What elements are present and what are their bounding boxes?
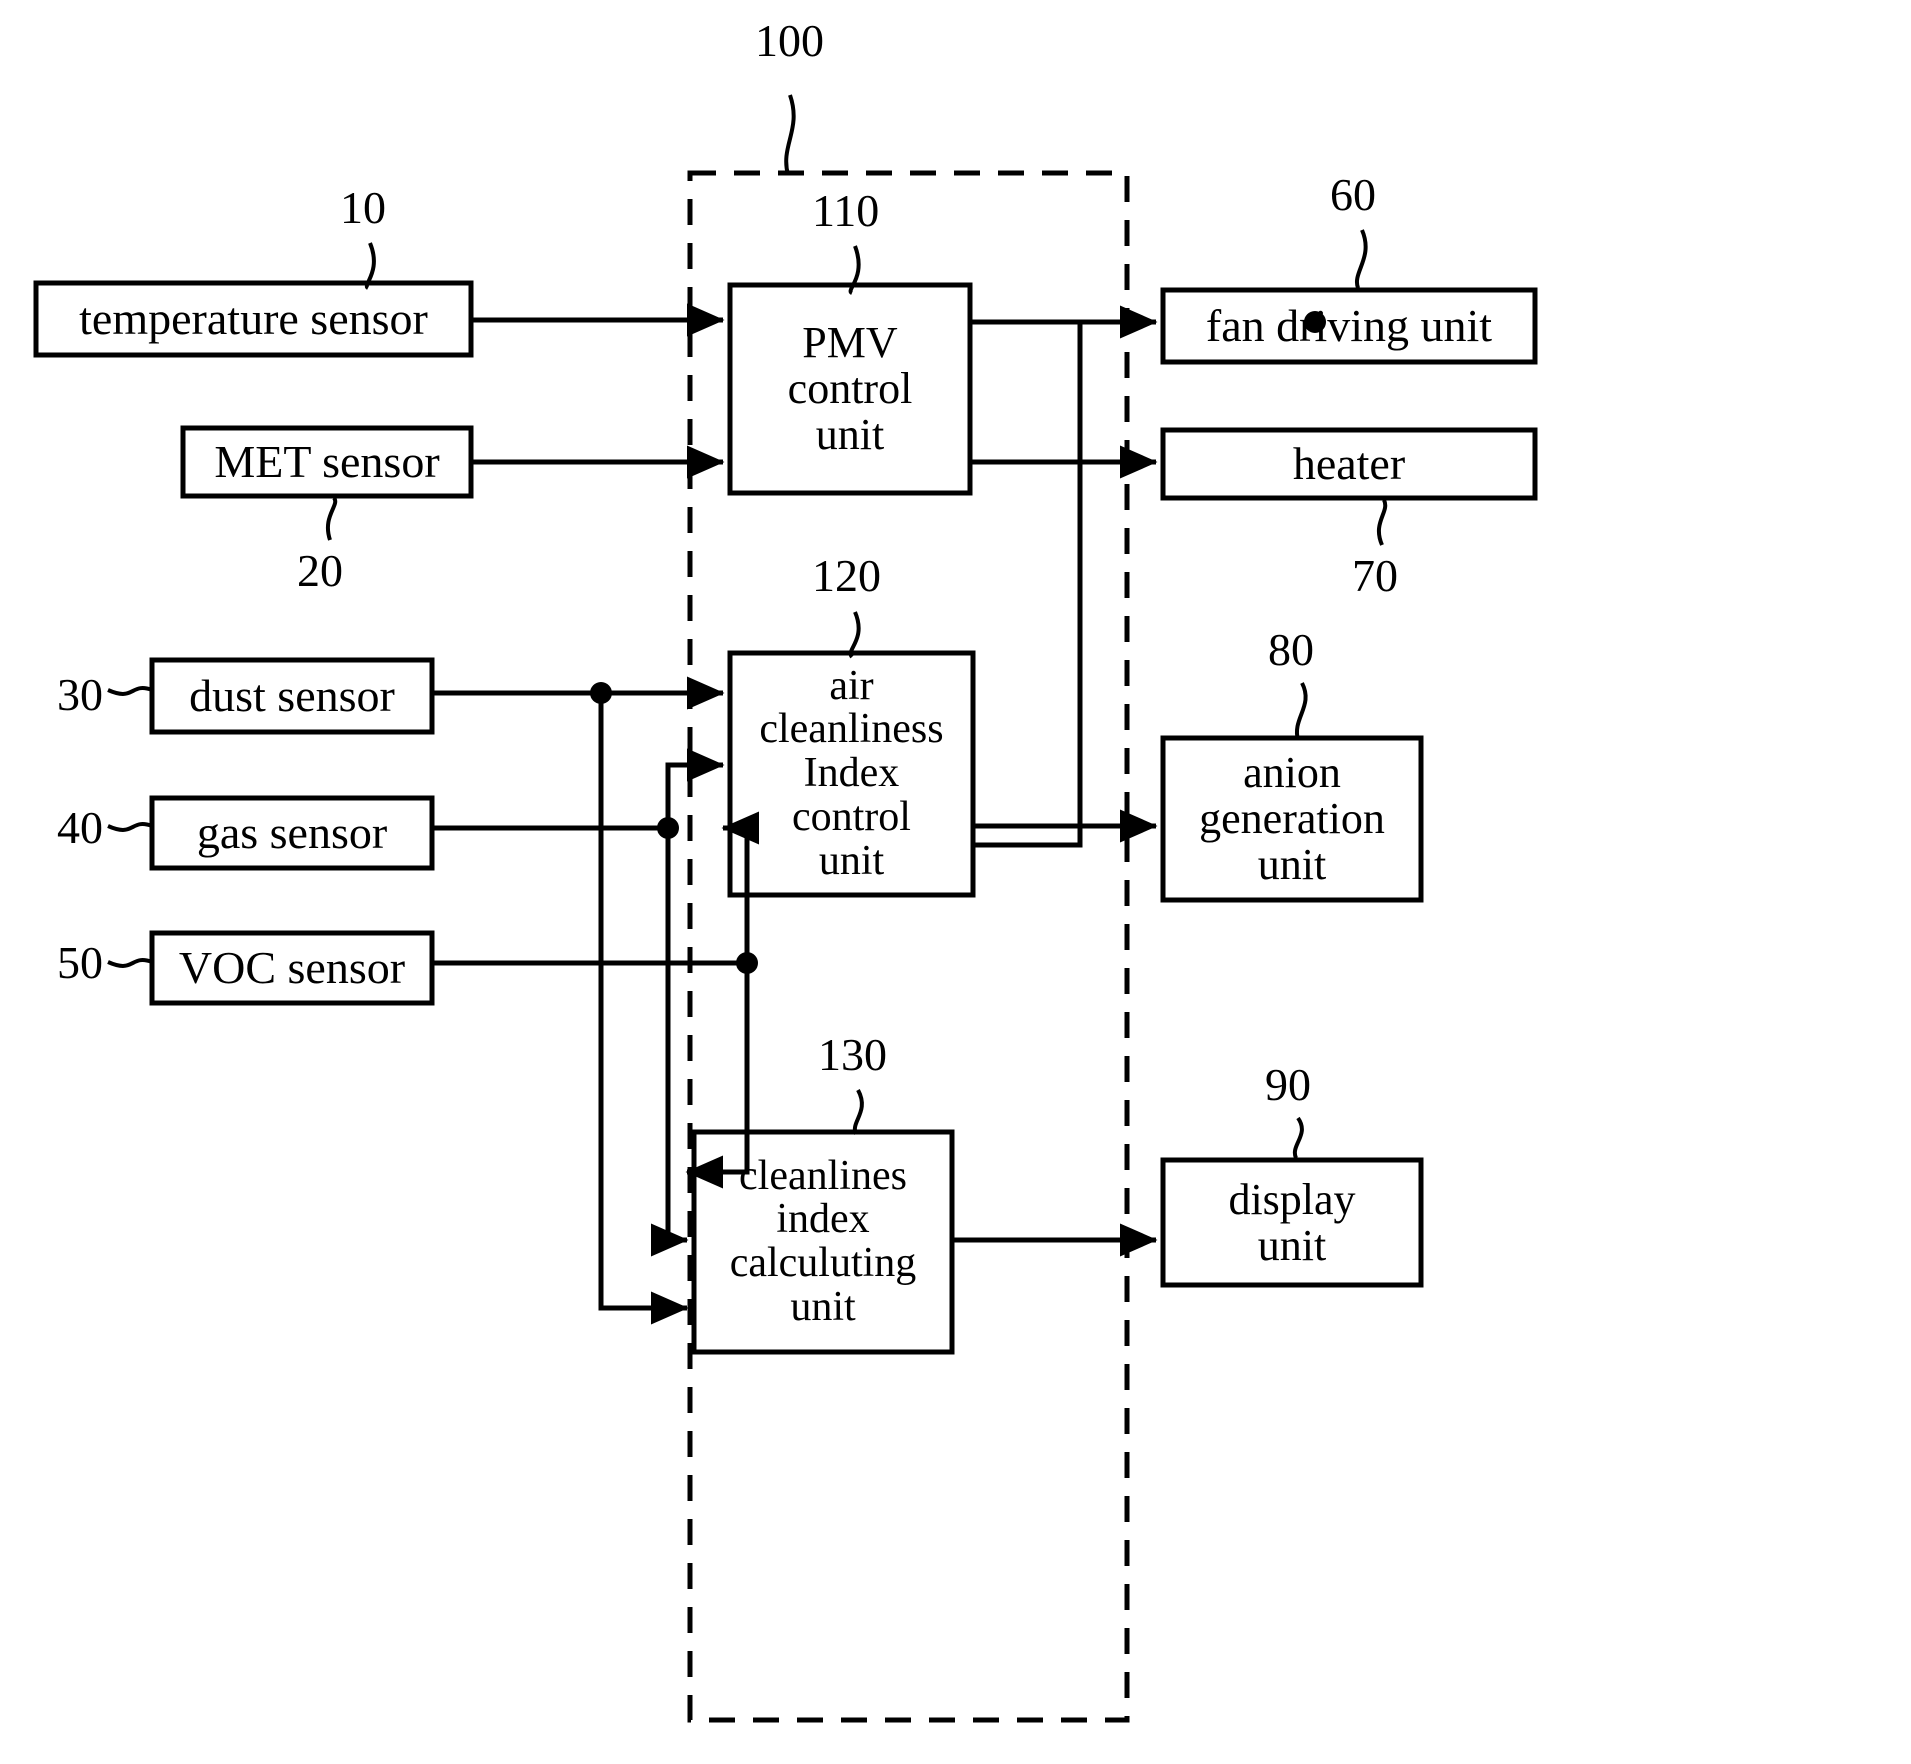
block-heater[interactable] bbox=[1160, 427, 1538, 501]
leader-60 bbox=[1354, 229, 1368, 289]
leader-120 bbox=[848, 611, 861, 659]
wire-gas-to-air-cleanliness bbox=[432, 748, 725, 831]
leader-70 bbox=[1376, 499, 1388, 546]
wire-gas-bus-to-calculating-unit bbox=[650, 828, 689, 1257]
leader-40 bbox=[107, 822, 153, 832]
block-anion-generation-unit[interactable] bbox=[1160, 735, 1424, 903]
wire-air-cleanliness-to-fan-line bbox=[973, 322, 1083, 848]
leader-90 bbox=[1292, 1116, 1304, 1159]
leader-80 bbox=[1294, 682, 1308, 741]
block-display-unit[interactable] bbox=[1160, 1157, 1424, 1288]
block-cleanlines-index-calculuting-unit[interactable] bbox=[691, 1129, 955, 1355]
wire-voc-to-air-cleanliness bbox=[432, 828, 747, 963]
junction-dot-0 bbox=[590, 682, 612, 704]
reference-number-20: 20 bbox=[297, 545, 343, 596]
reference-number-10: 10 bbox=[340, 182, 386, 233]
reference-number-80: 80 bbox=[1268, 624, 1314, 675]
leader-130 bbox=[852, 1089, 864, 1135]
leader-20 bbox=[326, 496, 338, 541]
leader-100 bbox=[784, 94, 796, 176]
block-rectangles bbox=[33, 280, 1538, 1355]
leader-50 bbox=[107, 958, 153, 968]
block-met-sensor[interactable] bbox=[180, 425, 474, 499]
reference-number-90: 90 bbox=[1265, 1059, 1311, 1110]
reference-number-30: 30 bbox=[57, 669, 103, 720]
reference-number-70: 70 bbox=[1352, 550, 1398, 601]
wire-dust-bus-to-calculating-unit bbox=[598, 693, 689, 1325]
block-pmv-control-unit[interactable] bbox=[727, 282, 973, 496]
block-fan-driving-unit[interactable] bbox=[1160, 287, 1538, 365]
reference-number-110: 110 bbox=[812, 185, 880, 236]
block-dust-sensor[interactable] bbox=[149, 657, 435, 735]
figure-canvas: temperature sensor MET sensor dust sensor g… bbox=[0, 0, 1911, 1764]
reference-number-130: 130 bbox=[818, 1029, 887, 1080]
block-air-cleanliness-index-control-unit[interactable] bbox=[727, 650, 976, 898]
block-voc-sensor[interactable] bbox=[149, 930, 435, 1006]
reference-number-40: 40 bbox=[57, 802, 103, 853]
block-gas-sensor[interactable] bbox=[149, 795, 435, 871]
leader-30 bbox=[107, 686, 153, 696]
reference-number-60: 60 bbox=[1330, 169, 1376, 220]
junction-dot-2 bbox=[736, 952, 758, 974]
junction-dot-1 bbox=[657, 817, 679, 839]
reference-number-120: 120 bbox=[812, 550, 881, 601]
wire-voc-to-air-cleanliness-path bbox=[432, 811, 760, 966]
reference-number-100: 100 bbox=[755, 15, 824, 66]
junction-dot-3 bbox=[1304, 311, 1326, 333]
reference-number-50: 50 bbox=[57, 937, 103, 988]
block-diagram-svg bbox=[33, 94, 1538, 1723]
block-temperature-sensor[interactable] bbox=[33, 280, 474, 358]
